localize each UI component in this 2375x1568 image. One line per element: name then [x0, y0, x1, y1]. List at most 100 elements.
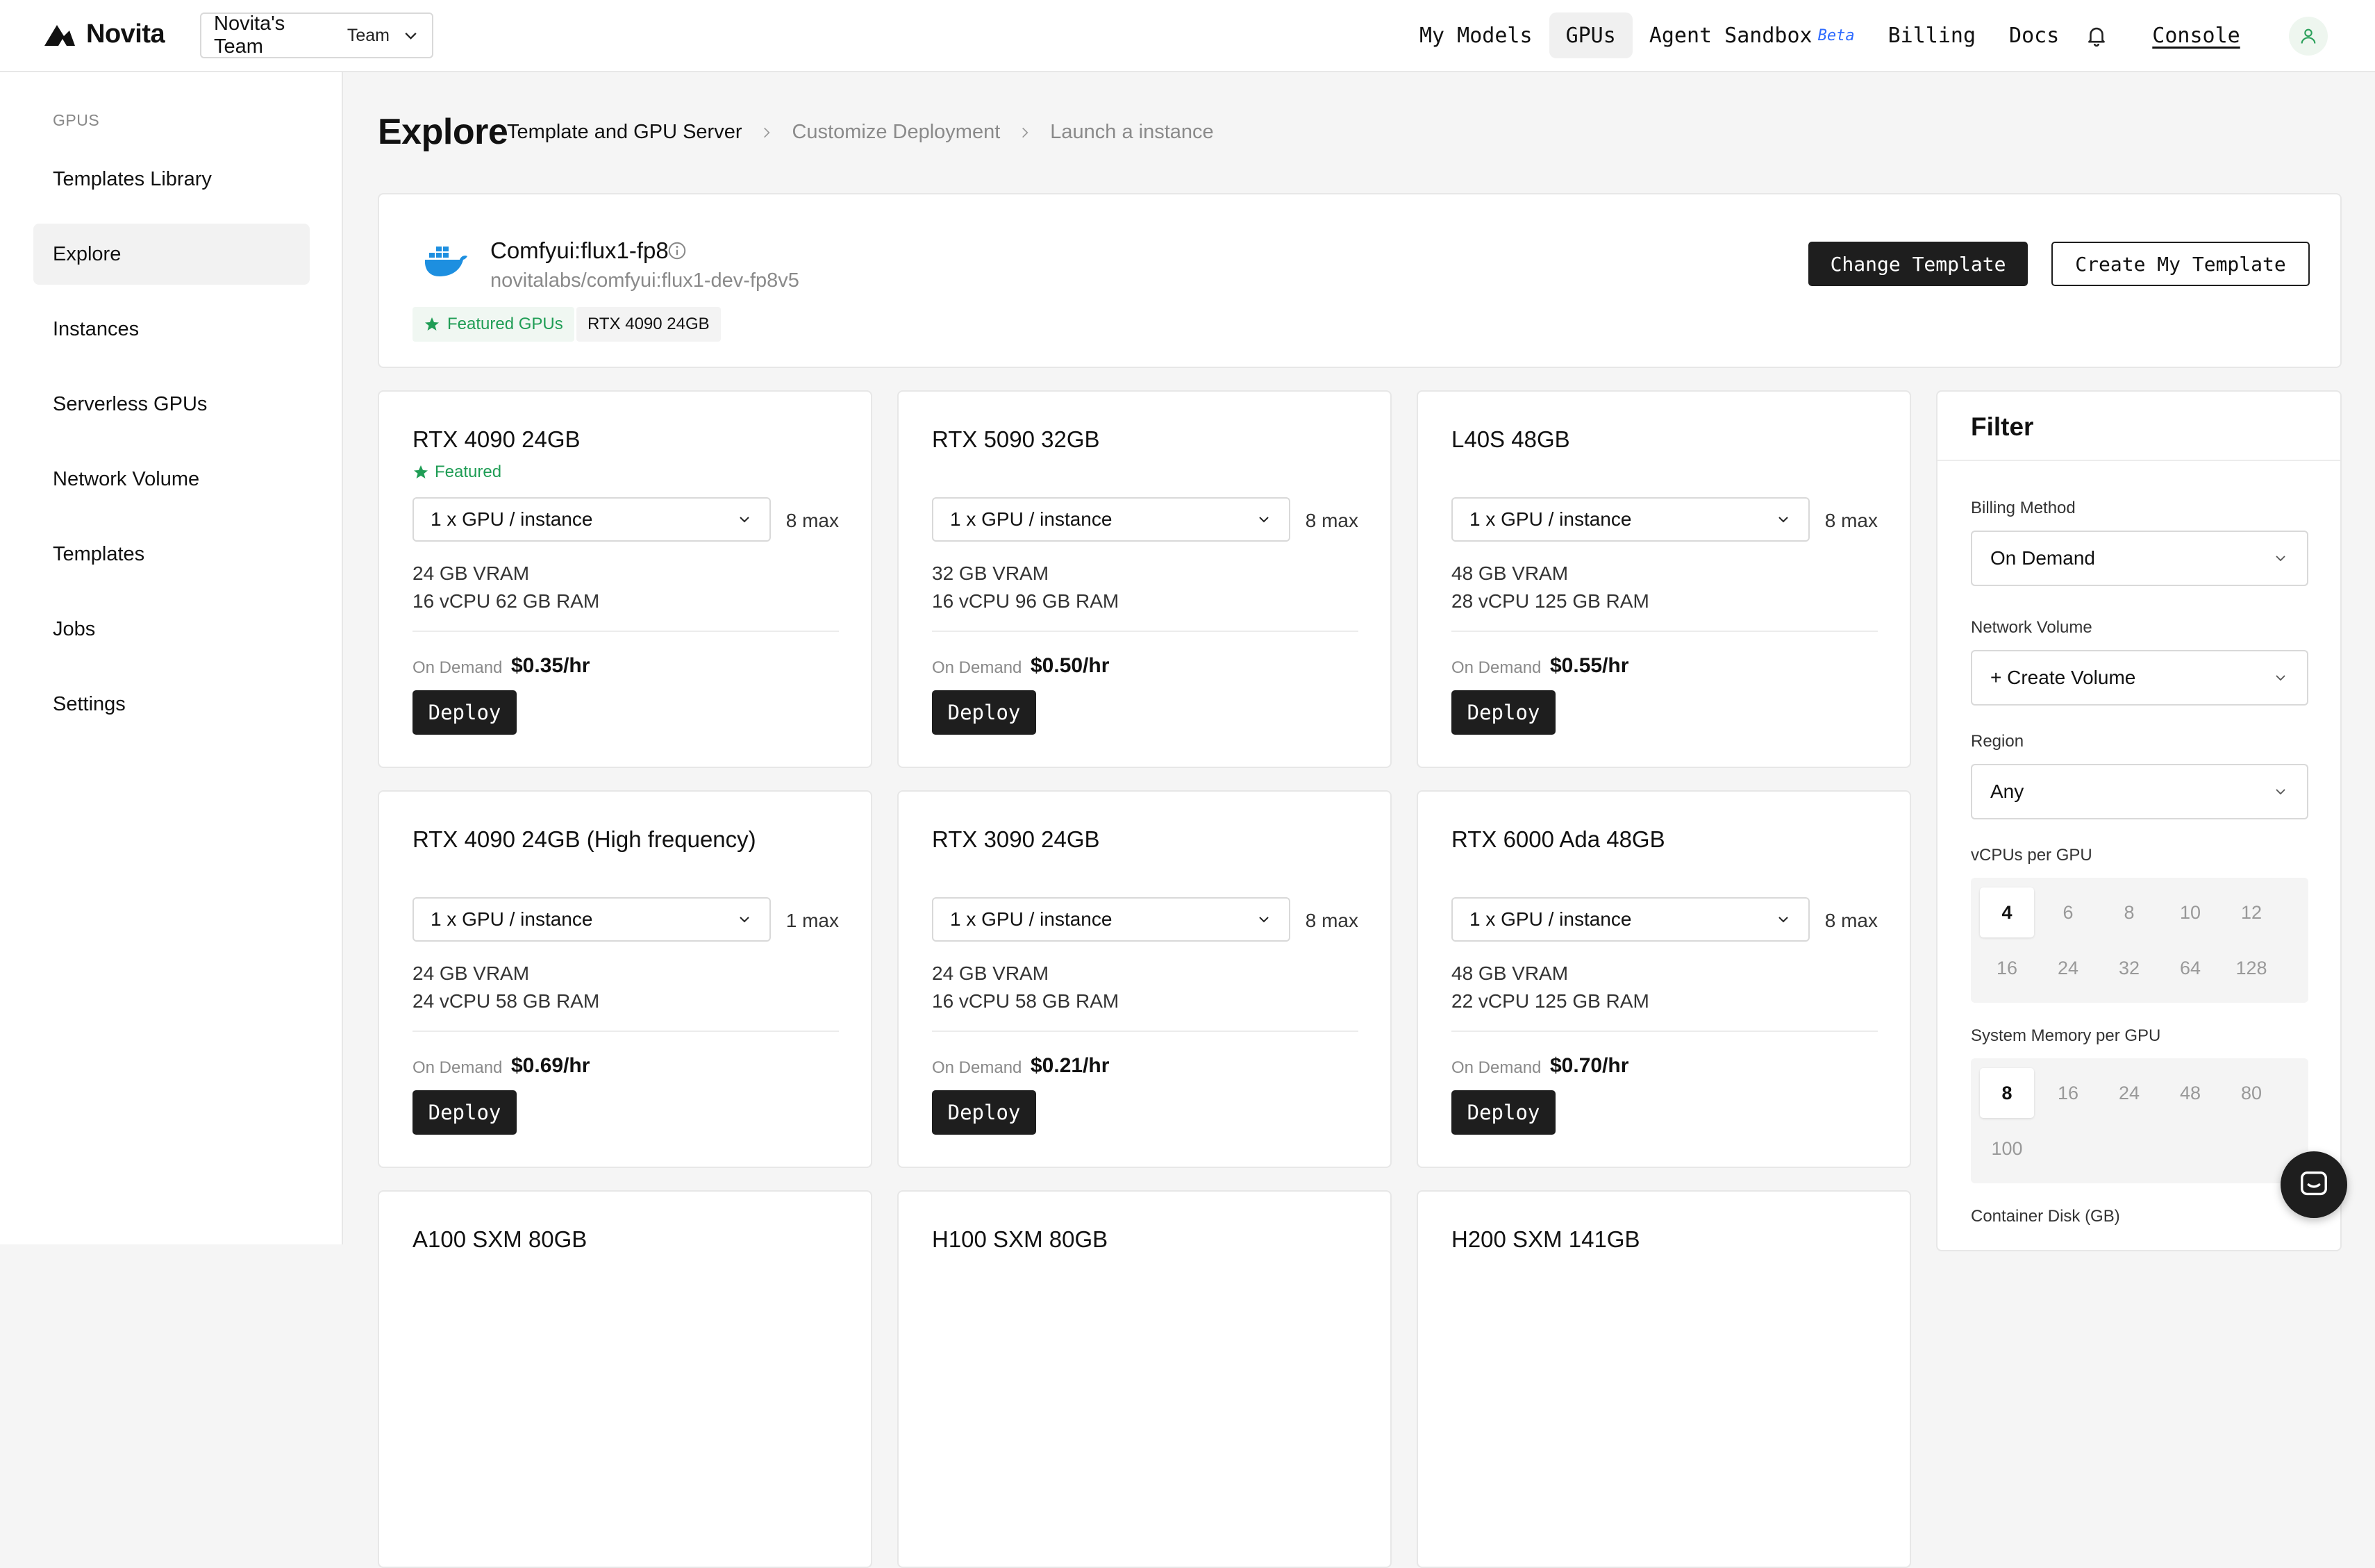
sidebar-item-jobs[interactable]: Jobs [33, 599, 310, 660]
deploy-button[interactable]: Deploy [932, 690, 1036, 735]
vcpu-option[interactable]: 16 [1980, 943, 2034, 993]
vcpu-option[interactable]: 8 [2102, 887, 2156, 937]
gpu-name: H200 SXM 141GB [1451, 1226, 1640, 1252]
nav-gpus[interactable]: GPUs [1549, 12, 1633, 58]
gpu-name: RTX 4090 24GB [412, 426, 581, 452]
gpu-tag: RTX 4090 24GB [576, 307, 721, 342]
memory-option[interactable]: 8 [1980, 1068, 2034, 1118]
deploy-button[interactable]: Deploy [412, 690, 517, 735]
divider [932, 631, 1358, 632]
deploy-button[interactable]: Deploy [1451, 1090, 1556, 1135]
sidebar-item-instances[interactable]: Instances [33, 299, 310, 360]
gpu-count-select[interactable]: 1 x GPU / instance [412, 897, 771, 942]
deploy-button[interactable]: Deploy [412, 1090, 517, 1135]
gpu-name: H100 SXM 80GB [932, 1226, 1108, 1252]
sidebar-item-network-volume[interactable]: Network Volume [33, 449, 310, 510]
sidebar-item-serverless-gpus[interactable]: Serverless GPUs [33, 374, 310, 435]
vcpu-option[interactable]: 10 [2163, 887, 2217, 937]
team-selector[interactable]: Novita's Team Team [200, 12, 433, 58]
gpu-count-value: 1 x GPU / instance [1469, 908, 1632, 930]
nav-agent-sandbox[interactable]: Agent Sandbox Beta [1633, 12, 1872, 58]
chevron-right-icon [764, 127, 770, 137]
docker-icon [424, 247, 467, 276]
gpu-count-select[interactable]: 1 x GPU / instance [412, 497, 771, 542]
gpu-count-select[interactable]: 1 x GPU / instance [932, 497, 1290, 542]
info-icon[interactable] [667, 240, 688, 261]
divider [1451, 631, 1878, 632]
gpu-max-count: 8 max [785, 510, 839, 531]
memory-option[interactable]: 48 [2163, 1068, 2217, 1118]
nav-my-models[interactable]: My Models [1403, 12, 1549, 58]
sidebar-item-templates-library[interactable]: Templates Library [33, 149, 310, 210]
breadcrumb-step-customize[interactable]: Customize Deployment [792, 121, 1000, 144]
nav-label: Docs [2009, 23, 2060, 48]
gpu-max-count: 8 max [1824, 510, 1878, 531]
divider [1451, 1031, 1878, 1032]
novita-logo-icon [44, 24, 75, 46]
sidebar-item-settings[interactable]: Settings [33, 674, 310, 735]
vcpu-option[interactable]: 6 [2041, 887, 2095, 937]
vcpu-option[interactable]: 12 [2224, 887, 2278, 937]
gpu-vram: 32 GB VRAM [932, 562, 1049, 584]
gpu-max-count: 8 max [1305, 510, 1358, 531]
vcpu-option[interactable]: 24 [2041, 943, 2095, 993]
featured-badge: Featured [412, 462, 501, 482]
chat-icon [2301, 1171, 2327, 1196]
vcpu-option[interactable]: 32 [2102, 943, 2156, 993]
network-volume-select[interactable]: + Create Volume [1971, 650, 2308, 706]
breadcrumb-step-launch[interactable]: Launch a instance [1050, 121, 1213, 144]
deploy-button[interactable]: Deploy [932, 1090, 1036, 1135]
chevron-down-icon [1259, 917, 1269, 923]
nav-billing[interactable]: Billing [1872, 12, 1992, 58]
console-link[interactable]: Console [2152, 24, 2240, 48]
vcpu-option[interactable]: 128 [2224, 943, 2278, 993]
vcpu-option[interactable]: 4 [1980, 887, 2034, 937]
gpu-count-value: 1 x GPU / instance [431, 908, 593, 930]
gpu-card: A100 SXM 80GB [378, 1190, 872, 1568]
beta-badge: Beta [1817, 26, 1855, 44]
gpu-count-select[interactable]: 1 x GPU / instance [1451, 897, 1810, 942]
create-my-template-button[interactable]: Create My Template [2051, 242, 2310, 286]
chevron-down-icon [2276, 789, 2285, 795]
gpu-name: RTX 6000 Ada 48GB [1451, 826, 1665, 852]
gpu-count-select[interactable]: 1 x GPU / instance [932, 897, 1290, 942]
nav-docs[interactable]: Docs [1992, 12, 2076, 58]
gpu-billing-method: On Demand [412, 1058, 503, 1077]
gpu-count-value: 1 x GPU / instance [950, 508, 1112, 530]
system-memory-options: 8 16 24 48 80 100 [1971, 1058, 2308, 1183]
gpu-name: RTX 4090 24GB (High frequency) [412, 826, 756, 852]
sidebar-section-label: GPUS [53, 111, 100, 129]
chevron-down-icon [740, 517, 749, 523]
memory-option[interactable]: 80 [2224, 1068, 2278, 1118]
region-select[interactable]: Any [1971, 764, 2308, 819]
brand-name: Novita [86, 19, 165, 49]
change-template-button[interactable]: Change Template [1808, 242, 2028, 286]
breadcrumb: Template and GPU Server Customize Deploy… [507, 121, 1214, 144]
deploy-button[interactable]: Deploy [1451, 690, 1556, 735]
sidebar-item-templates[interactable]: Templates [33, 524, 310, 585]
gpu-card: RTX 5090 32GB 1 x GPU / instance 8 max 32 G… [897, 390, 1392, 768]
sidebar-item-label: Serverless GPUs [53, 392, 208, 415]
divider [1938, 460, 2340, 461]
breadcrumb-step-template[interactable]: Template and GPU Server [507, 121, 742, 144]
gpu-count-select[interactable]: 1 x GPU / instance [1451, 497, 1810, 542]
gpu-billing-method: On Demand [1451, 658, 1542, 677]
memory-option[interactable]: 24 [2102, 1068, 2156, 1118]
user-icon [2301, 28, 2316, 44]
tag-label: Featured GPUs [447, 315, 563, 333]
brand-logo[interactable]: Novita [43, 19, 165, 49]
chat-support-button[interactable] [2281, 1151, 2347, 1218]
billing-method-select[interactable]: On Demand [1971, 531, 2308, 586]
sidebar-item-explore[interactable]: Explore [33, 224, 310, 285]
vcpu-option[interactable]: 64 [2163, 943, 2217, 993]
team-tag: Team [347, 25, 390, 45]
gpu-cpu-ram: 16 vCPU 58 GB RAM [932, 990, 1119, 1012]
avatar[interactable] [2289, 17, 2328, 56]
notifications-button[interactable] [2076, 12, 2117, 58]
gpu-price: $0.69/hr [511, 1054, 590, 1077]
sidebar: GPUS Templates Library Explore Instances… [0, 72, 343, 1244]
gpu-price: $0.50/hr [1031, 654, 1110, 677]
memory-option[interactable]: 100 [1980, 1124, 2034, 1174]
gpu-cpu-ram: 22 vCPU 125 GB RAM [1451, 990, 1649, 1012]
memory-option[interactable]: 16 [2041, 1068, 2095, 1118]
